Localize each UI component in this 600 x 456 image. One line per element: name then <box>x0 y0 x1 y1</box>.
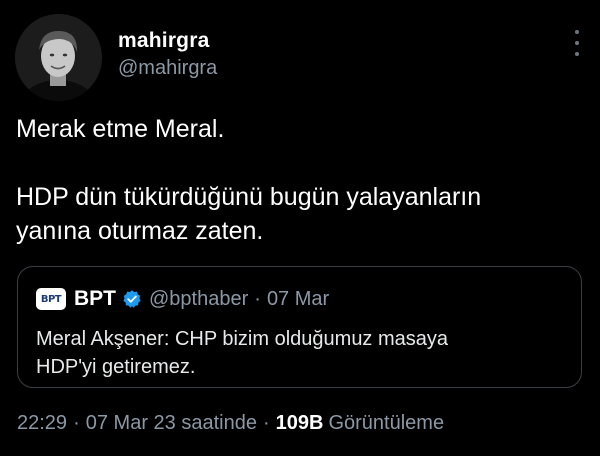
tweet-time[interactable]: 22:29 <box>17 412 67 435</box>
quoted-tweet-header: BPT BPT @bpthaber · 07 Mar <box>36 287 329 311</box>
author-display-name[interactable]: mahirgra <box>118 28 217 54</box>
quoted-avatar-logo: BPT <box>40 293 62 305</box>
quoted-tweet-text: Meral Akşener: CHP bizim olduğumuz masay… <box>36 325 556 381</box>
meta-separator: · <box>73 412 80 434</box>
tweet-text-line: Merak etme Meral. <box>16 115 225 143</box>
verified-badge-icon <box>123 290 141 308</box>
tweet: mahirgra @mahirgra Merak etme Meral. HDP… <box>0 0 600 456</box>
quoted-date[interactable]: 07 Mar <box>267 288 329 311</box>
views-count[interactable]: 109B <box>276 412 324 435</box>
views-label: Görüntüleme <box>328 412 445 434</box>
more-options-button[interactable] <box>572 30 582 56</box>
tweet-meta: 22:29 · 07 Mar 23 saatinde · 109B Görünt… <box>17 412 444 435</box>
author-handle[interactable]: @mahirgra <box>118 55 217 81</box>
tweet-text-line: yanına oturmaz zaten. <box>16 217 264 245</box>
more-vertical-icon-dot <box>575 52 579 56</box>
tweet-text: Merak etme Meral. HDP dün tükürdüğünü bu… <box>16 112 586 248</box>
tweet-date[interactable]: 07 Mar 23 saatinde <box>86 412 257 435</box>
avatar[interactable] <box>15 14 102 101</box>
quoted-display-name[interactable]: BPT <box>74 287 116 311</box>
more-vertical-icon <box>575 30 579 34</box>
quoted-handle[interactable]: @bpthaber <box>149 288 248 311</box>
quoted-tweet[interactable]: BPT BPT @bpthaber · 07 Mar Meral Akşener… <box>17 266 582 388</box>
avatar-image <box>15 14 102 101</box>
meta-separator: · <box>262 412 270 434</box>
quoted-text-line: HDP'yi getiremez. <box>36 356 196 378</box>
quoted-text-line: Meral Akşener: CHP bizim olduğumuz masay… <box>36 328 449 350</box>
quoted-separator: · <box>254 287 261 310</box>
quoted-avatar[interactable]: BPT <box>36 288 66 310</box>
more-vertical-icon-dot <box>575 41 579 45</box>
tweet-text-line: HDP dün tükürdüğünü bugün yalayanların <box>16 183 482 211</box>
author-info: mahirgra @mahirgra <box>118 28 217 81</box>
